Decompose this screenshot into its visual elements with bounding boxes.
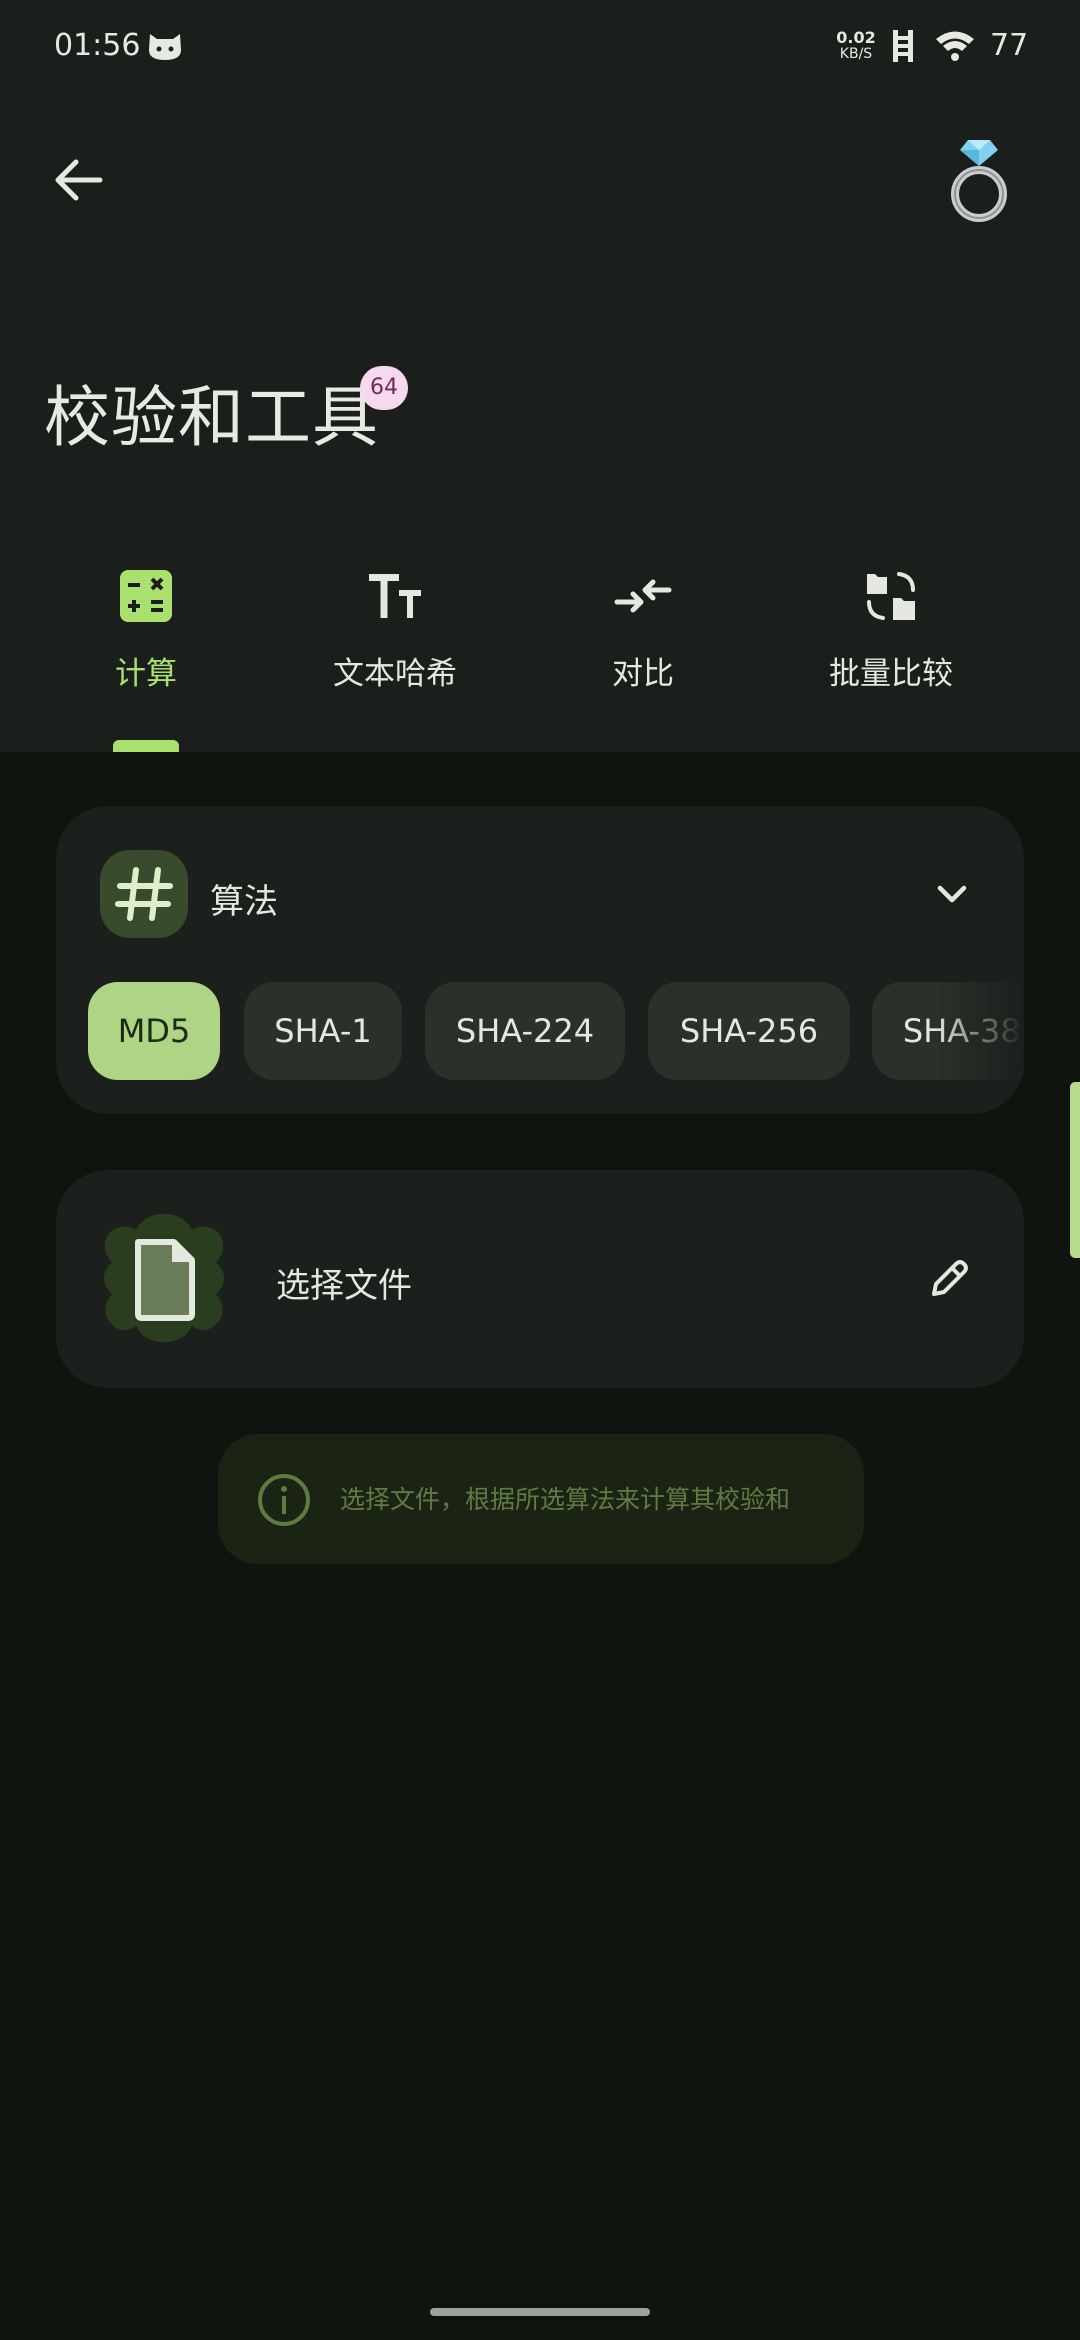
active-tab-indicator (113, 740, 179, 752)
algorithm-chip-row[interactable]: MD5 SHA-1 SHA-224 SHA-256 SHA-384 (88, 982, 1024, 1080)
calculator-icon (120, 570, 172, 622)
hash-icon (115, 867, 173, 921)
tab-label: 计算 (115, 656, 177, 692)
tab-label: 批量比较 (829, 656, 953, 692)
wifi-icon (936, 31, 974, 61)
tab-label: 文本哈希 (333, 656, 457, 692)
tab-label: 对比 (612, 656, 674, 692)
pencil-edit-icon[interactable] (924, 1254, 974, 1304)
network-speed-unit: KB/S (839, 46, 873, 62)
network-speed: 0.02 KB/S (836, 28, 876, 63)
back-arrow-icon[interactable] (44, 146, 112, 214)
tab-batch-compare[interactable]: 批量比较 (766, 560, 1016, 750)
home-indicator[interactable] (430, 2308, 650, 2316)
tab-calculate[interactable]: 计算 (21, 560, 271, 750)
chip-row-fade (934, 982, 1024, 1080)
chevron-down-icon[interactable] (926, 868, 978, 920)
select-file-card[interactable]: 选择文件 (56, 1170, 1024, 1388)
compare-arrows-icon (614, 579, 672, 613)
tab-compare[interactable]: 对比 (518, 560, 768, 750)
diamond-ring-icon[interactable] (944, 134, 1014, 226)
battery-level: 77 (990, 28, 1029, 63)
status-time: 01:56 (54, 28, 141, 63)
signal-icon (893, 30, 913, 62)
count-badge: 64 (360, 366, 408, 410)
algorithm-icon-box (100, 850, 188, 938)
scrollbar-thumb[interactable] (1070, 1082, 1080, 1258)
network-speed-value: 0.02 (836, 28, 876, 47)
chip-sha256[interactable]: SHA-256 (648, 982, 850, 1080)
tab-text-hash[interactable]: 文本哈希 (270, 560, 520, 750)
chip-md5[interactable]: MD5 (88, 982, 220, 1080)
text-size-icon (369, 574, 421, 618)
cat-notification-icon (149, 34, 181, 60)
chip-sha224[interactable]: SHA-224 (425, 982, 625, 1080)
chip-sha1[interactable]: SHA-1 (244, 982, 402, 1080)
info-hint: 选择文件，根据所选算法来计算其校验和 (218, 1434, 864, 1564)
file-icon (104, 1214, 224, 1342)
algorithm-card: 算法 MD5 SHA-1 SHA-224 SHA-256 SHA-384 (56, 806, 1024, 1114)
info-icon (258, 1474, 310, 1526)
algorithm-label: 算法 (210, 882, 278, 922)
info-text: 选择文件，根据所选算法来计算其校验和 (340, 1485, 791, 1514)
select-file-label: 选择文件 (276, 1266, 412, 1306)
page-title: 校验和工具 (44, 379, 379, 456)
batch-compare-icon (867, 572, 915, 620)
